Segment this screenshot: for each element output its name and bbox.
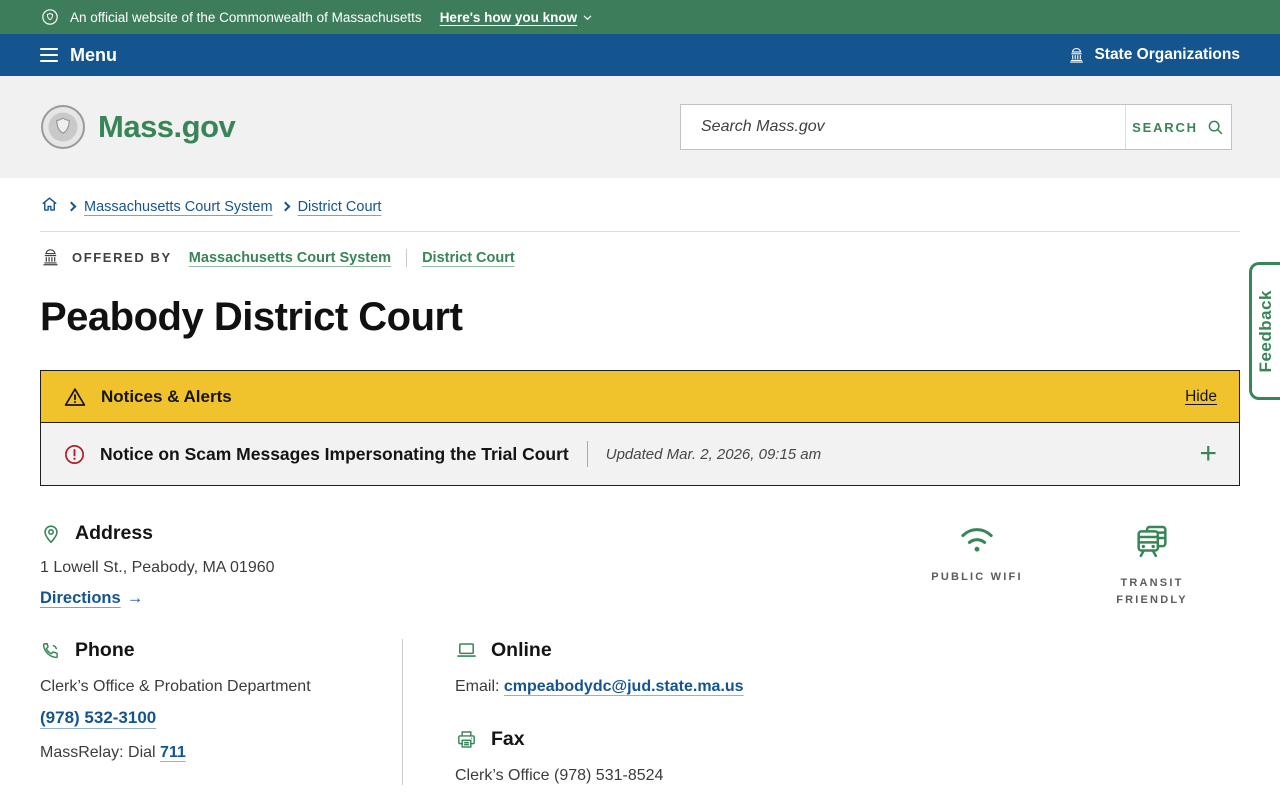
site-header: Mass.gov SEARCH bbox=[0, 76, 1280, 178]
hamburger-icon bbox=[40, 47, 58, 63]
fax-number-line: Clerk’s Office (978) 531-8524 bbox=[455, 767, 664, 785]
public-wifi-amenity: PUBLIC WIFI bbox=[912, 522, 1042, 609]
offered-by-divider bbox=[406, 248, 408, 267]
page-content: Massachusetts Court System District Cour… bbox=[0, 195, 1280, 786]
breadcrumb-home-link[interactable] bbox=[40, 195, 59, 218]
notice-divider bbox=[586, 441, 588, 467]
chevron-down-icon bbox=[582, 12, 593, 23]
capitol-building-icon bbox=[40, 247, 61, 268]
massgov-logo[interactable]: Mass.gov bbox=[40, 104, 236, 150]
arrow-right-icon: → bbox=[126, 589, 144, 607]
address-heading: Address bbox=[75, 522, 154, 544]
notices-alerts-panel: Notices & Alerts Hide Notice on Scam Mes… bbox=[40, 370, 1240, 486]
state-organizations-link[interactable]: State Organizations bbox=[1067, 46, 1240, 65]
address-block: Address 1 Lowell St., Peabody, MA 01960 … bbox=[40, 522, 275, 608]
state-seal-icon bbox=[40, 7, 60, 27]
menu-label: Menu bbox=[70, 44, 117, 65]
fax-heading-row: Fax bbox=[455, 728, 744, 751]
hide-alerts-link[interactable]: Hide bbox=[1185, 388, 1217, 406]
online-fax-column: Online Email: cmpeabodydc@jud.state.ma.u… bbox=[403, 639, 744, 785]
fax-section: Fax Clerk’s Office (978) 531-8524 bbox=[455, 728, 744, 785]
fax-heading: Fax bbox=[491, 728, 525, 751]
official-banner: An official website of the Commonwealth … bbox=[0, 0, 1280, 34]
transit-icon bbox=[1132, 522, 1172, 562]
email-label: Email: bbox=[455, 678, 500, 696]
notice-expand-button[interactable]: + bbox=[1199, 439, 1217, 469]
breadcrumb: Massachusetts Court System District Cour… bbox=[40, 195, 1240, 218]
breadcrumb-separator-icon bbox=[66, 201, 77, 212]
transit-friendly-amenity: TRANSIT FRIENDLY bbox=[1087, 522, 1217, 609]
phone-number-link[interactable]: (978) 532-3100 bbox=[40, 708, 156, 728]
phone-heading-row: Phone bbox=[40, 639, 382, 662]
search-input[interactable] bbox=[681, 105, 1125, 149]
home-icon bbox=[40, 195, 59, 214]
massgov-seal-icon bbox=[40, 104, 86, 150]
online-heading-row: Online bbox=[455, 639, 744, 662]
fax-machine-icon bbox=[455, 728, 478, 751]
alert-circle-icon bbox=[63, 443, 86, 466]
notice-title: Notice on Scam Messages Impersonating th… bbox=[100, 443, 569, 464]
feedback-label: Feedback bbox=[1256, 289, 1275, 373]
offered-by-row: OFFERED BY Massachusetts Court System Di… bbox=[40, 247, 1240, 268]
search-button[interactable]: SEARCH bbox=[1125, 105, 1231, 149]
breadcrumb-district-court-link[interactable]: District Court bbox=[298, 199, 382, 215]
massgov-logo-text: Mass.gov bbox=[98, 109, 236, 144]
notice-row[interactable]: Notice on Scam Messages Impersonating th… bbox=[41, 422, 1239, 485]
feedback-tab[interactable]: Feedback bbox=[1249, 262, 1280, 400]
email-line: Email: cmpeabodydc@jud.state.ma.us bbox=[455, 678, 744, 696]
offered-by-district-court-link[interactable]: District Court bbox=[422, 250, 515, 266]
phone-department: Clerk’s Office & Probation Department bbox=[40, 678, 311, 696]
public-wifi-label: PUBLIC WIFI bbox=[931, 571, 1023, 583]
directions-link[interactable]: Directions → bbox=[40, 589, 143, 608]
transit-friendly-label: TRANSIT FRIENDLY bbox=[1116, 577, 1188, 607]
address-heading-row: Address bbox=[40, 522, 275, 545]
massrelay-711-link[interactable]: 711 bbox=[160, 744, 186, 761]
online-heading: Online bbox=[491, 639, 552, 662]
laptop-icon bbox=[455, 639, 478, 662]
menu-button[interactable]: Menu bbox=[40, 45, 117, 66]
phone-column: Phone Clerk’s Office & Probation Departm… bbox=[40, 639, 403, 786]
main-nav-bar: Menu State Organizations bbox=[0, 34, 1280, 76]
breadcrumb-court-system-link[interactable]: Massachusetts Court System bbox=[84, 199, 273, 215]
heres-how-you-know-label: Here's how you know bbox=[439, 9, 578, 25]
amenities: PUBLIC WIFI TRANSIT FRIENDLY bbox=[912, 522, 1217, 609]
contact-section: Phone Clerk’s Office & Probation Departm… bbox=[40, 639, 1240, 786]
phone-icon bbox=[40, 640, 62, 662]
address-row: Address 1 Lowell St., Peabody, MA 01960 … bbox=[40, 522, 1240, 609]
wifi-icon bbox=[954, 522, 1000, 556]
state-organizations-label: State Organizations bbox=[1094, 46, 1240, 63]
search-bar: SEARCH bbox=[680, 104, 1232, 150]
search-button-label: SEARCH bbox=[1132, 119, 1198, 135]
notices-alerts-title: Notices & Alerts bbox=[101, 386, 232, 406]
breadcrumb-separator-icon bbox=[280, 201, 291, 212]
page-title: Peabody District Court bbox=[40, 295, 463, 339]
offered-by-court-system-link[interactable]: Massachusetts Court System bbox=[189, 250, 391, 266]
email-link[interactable]: cmpeabodydc@jud.state.ma.us bbox=[504, 678, 744, 695]
massrelay-prefix: MassRelay: Dial bbox=[40, 744, 156, 762]
massrelay-line: MassRelay: Dial 711 bbox=[40, 744, 382, 762]
search-icon bbox=[1206, 118, 1225, 137]
warning-triangle-icon bbox=[63, 385, 87, 409]
directions-label: Directions bbox=[40, 589, 121, 607]
location-pin-icon bbox=[40, 523, 62, 545]
notices-alerts-header: Notices & Alerts Hide bbox=[41, 371, 1239, 422]
breadcrumb-divider bbox=[40, 231, 1240, 232]
offered-by-label: OFFERED BY bbox=[72, 250, 172, 265]
capitol-building-icon bbox=[1067, 46, 1086, 65]
notice-updated-timestamp: Updated Mar. 2, 2026, 09:15 am bbox=[605, 445, 822, 463]
address-line: 1 Lowell St., Peabody, MA 01960 bbox=[40, 559, 275, 576]
official-banner-text: An official website of the Commonwealth … bbox=[70, 9, 422, 25]
heres-how-you-know-link[interactable]: Here's how you know bbox=[440, 10, 594, 25]
phone-heading: Phone bbox=[75, 639, 135, 662]
